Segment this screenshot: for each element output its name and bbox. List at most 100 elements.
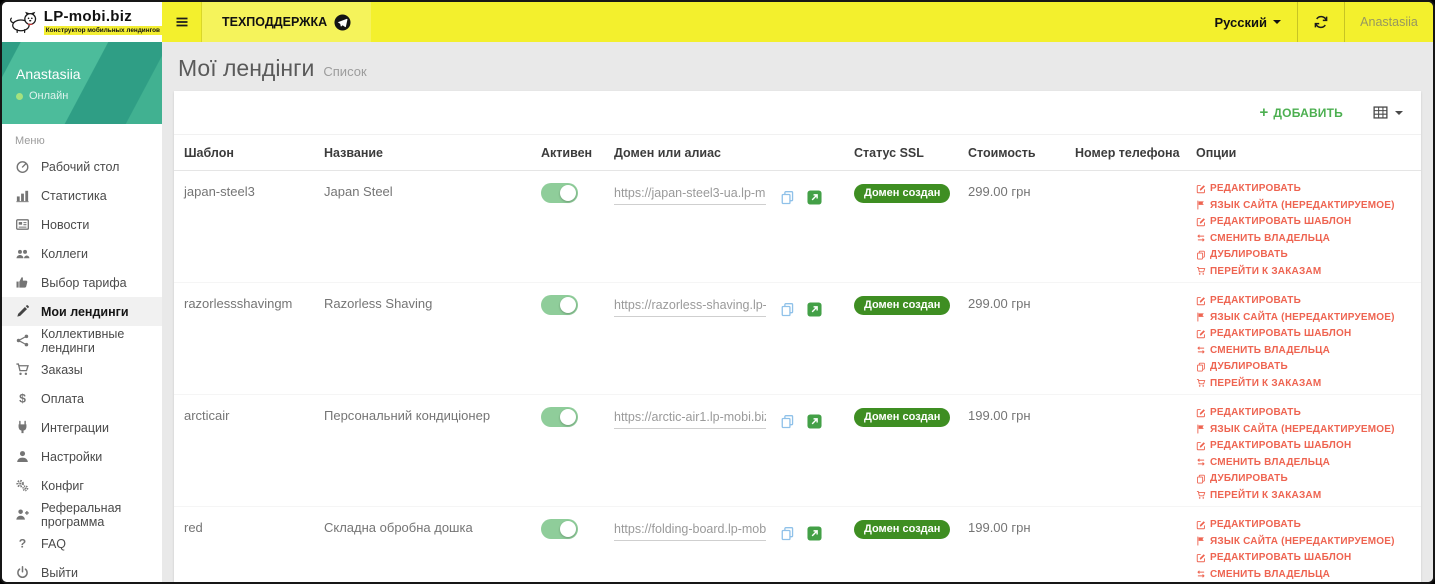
option-link[interactable]: ЯЗЫК САЙТА (НЕРЕДАКТИРУЕМОЕ) <box>1196 312 1421 323</box>
landing-name: Japan Steel <box>324 184 393 199</box>
option-link[interactable]: ДУБЛИРОВАТЬ <box>1196 361 1421 372</box>
sidebar-item[interactable]: Мои лендинги <box>2 297 162 326</box>
gears-icon <box>15 478 30 493</box>
chart-icon <box>15 188 30 203</box>
active-toggle[interactable] <box>541 295 578 315</box>
exchange-icon <box>1196 233 1206 243</box>
sidebar-item[interactable]: Интеграции <box>2 413 162 442</box>
sidebar-item[interactable]: Конфиг <box>2 471 162 500</box>
option-link[interactable]: ЯЗЫК САЙТА (НЕРЕДАКТИРУЕМОЕ) <box>1196 536 1421 547</box>
add-button[interactable]: + ДОБАВИТЬ <box>1259 105 1343 120</box>
sidebar-item-label: Мои лендинги <box>41 304 129 319</box>
option-label: РЕДАКТИРОВАТЬ <box>1210 295 1301 306</box>
logo[interactable]: LP-mobi.biz Конструктор мобильных лендин… <box>2 2 162 42</box>
option-link[interactable]: РЕДАКТИРОВАТЬ <box>1196 295 1421 306</box>
table-row: japan-steel3 Japan Steel Домен создан 299.0… <box>174 171 1421 283</box>
edit-icon <box>1196 441 1206 451</box>
sidebar-user-panel: Anastasiia Онлайн <box>2 42 162 124</box>
exchange-icon <box>1196 345 1206 355</box>
option-link[interactable]: РЕДАКТИРОВАТЬ ШАБЛОН <box>1196 216 1421 227</box>
option-label: РЕДАКТИРОВАТЬ ШАБЛОН <box>1210 216 1352 227</box>
sidebar-item-label: Выбор тарифа <box>41 275 127 290</box>
option-label: ПЕРЕЙТИ К ЗАКАЗАМ <box>1210 265 1322 277</box>
topbar: LP-mobi.biz Конструктор мобильных лендин… <box>2 2 1433 42</box>
sidebar-item[interactable]: ? FAQ <box>2 529 162 558</box>
hamburger-button[interactable] <box>162 2 202 42</box>
option-link[interactable]: ДУБЛИРОВАТЬ <box>1196 473 1421 484</box>
power-icon <box>15 565 30 580</box>
ssl-status-badge: Домен создан <box>854 520 951 539</box>
edit-icon <box>1196 329 1206 339</box>
toggle-knob <box>560 185 576 201</box>
sidebar-item[interactable]: Выбор тарифа <box>2 268 162 297</box>
support-label: ТЕХПОДДЕРЖКА <box>222 15 328 29</box>
option-link[interactable]: ПЕРЕЙТИ К ЗАКАЗАМ <box>1196 378 1421 389</box>
edit-icon <box>1196 408 1206 418</box>
exchange-icon <box>1196 569 1206 579</box>
sidebar-item[interactable]: Статистика <box>2 181 162 210</box>
option-link[interactable]: РЕДАКТИРОВАТЬ <box>1196 183 1421 194</box>
option-link[interactable]: РЕДАКТИРОВАТЬ <box>1196 519 1421 530</box>
option-label: РЕДАКТИРОВАТЬ <box>1210 183 1301 194</box>
option-link[interactable]: СМЕНИТЬ ВЛАДЕЛЬЦА <box>1196 233 1421 244</box>
logo-subtitle: Конструктор мобильных лендингов <box>43 26 162 36</box>
column-settings-button[interactable] <box>1373 105 1403 120</box>
active-toggle[interactable] <box>541 183 578 203</box>
option-label: ДУБЛИРОВАТЬ <box>1210 361 1288 372</box>
sidebar-item-label: Заказы <box>41 362 83 377</box>
sidebar-item[interactable]: Коллеги <box>2 239 162 268</box>
plug-icon <box>15 420 30 435</box>
option-link[interactable]: ЯЗЫК САЙТА (НЕРЕДАКТИРУЕМОЕ) <box>1196 424 1421 435</box>
table-row: razorlessshavingm Razorless Shaving Домен … <box>174 283 1421 395</box>
option-link[interactable]: РЕДАКТИРОВАТЬ ШАБЛОН <box>1196 328 1421 339</box>
option-link[interactable]: РЕДАКТИРОВАТЬ <box>1196 407 1421 418</box>
refresh-button[interactable] <box>1298 2 1344 42</box>
sidebar-item[interactable]: Новости <box>2 210 162 239</box>
sidebar-item[interactable]: Выйти <box>2 558 162 582</box>
card-toolbar: + ДОБАВИТЬ <box>174 91 1421 135</box>
option-link[interactable]: СМЕНИТЬ ВЛАДЕЛЬЦА <box>1196 457 1421 468</box>
option-link[interactable]: ДУБЛИРОВАТЬ <box>1196 249 1421 260</box>
open-site-icon <box>807 526 822 541</box>
template-name: arcticair <box>184 408 230 423</box>
option-link[interactable]: ПЕРЕЙТИ К ЗАКАЗАМ <box>1196 266 1421 277</box>
toggle-knob <box>560 297 576 313</box>
column-header-name: Название <box>324 146 384 160</box>
sidebar-item[interactable]: Реферальная программа <box>2 500 162 529</box>
sidebar-item[interactable]: Рабочий стол <box>2 152 162 181</box>
active-toggle[interactable] <box>541 519 578 539</box>
option-link[interactable]: ЯЗЫК САЙТА (НЕРЕДАКТИРУЕМОЕ) <box>1196 200 1421 211</box>
sidebar-item[interactable]: Коллективные лендинги <box>2 326 162 355</box>
option-link[interactable]: РЕДАКТИРОВАТЬ ШАБЛОН <box>1196 440 1421 451</box>
support-button[interactable]: ТЕХПОДДЕРЖКА <box>202 2 372 42</box>
telegram-icon <box>334 13 351 31</box>
sidebar-item[interactable]: Заказы <box>2 355 162 384</box>
sidebar-item[interactable]: $ Оплата <box>2 384 162 413</box>
language-selector[interactable]: Русский <box>1198 2 1297 42</box>
column-header-template: Шаблон <box>184 146 234 160</box>
landing-name: Razorless Shaving <box>324 296 433 311</box>
sidebar-item-label: Интеграции <box>41 420 110 435</box>
plus-icon: + <box>1259 104 1269 121</box>
user-menu-button[interactable]: Anastasiia <box>1345 2 1433 42</box>
users-icon <box>15 246 30 261</box>
option-link[interactable]: СМЕНИТЬ ВЛАДЕЛЬЦА <box>1196 345 1421 356</box>
option-label: РЕДАКТИРОВАТЬ ШАБЛОН <box>1210 328 1352 339</box>
column-header-ssl: Статус SSL <box>854 146 924 160</box>
open-site-icon <box>807 190 822 205</box>
domain-input[interactable] <box>614 522 766 541</box>
option-link[interactable]: СМЕНИТЬ ВЛАДЕЛЬЦА <box>1196 569 1421 580</box>
option-link[interactable]: ПЕРЕЙТИ К ЗАКАЗАМ <box>1196 490 1421 501</box>
domain-input[interactable] <box>614 410 766 429</box>
sidebar-item[interactable]: Настройки <box>2 442 162 471</box>
cart-icon <box>15 362 30 377</box>
active-toggle[interactable] <box>541 407 578 427</box>
template-name: razorlessshavingm <box>184 296 293 311</box>
cart-icon <box>1196 490 1206 500</box>
domain-input[interactable] <box>614 186 766 205</box>
domain-input[interactable] <box>614 298 766 317</box>
news-icon <box>15 217 30 232</box>
price: 299.00 грн <box>968 296 1031 311</box>
option-link[interactable]: РЕДАКТИРОВАТЬ ШАБЛОН <box>1196 552 1421 563</box>
column-header-phone: Номер телефона <box>1075 146 1180 160</box>
